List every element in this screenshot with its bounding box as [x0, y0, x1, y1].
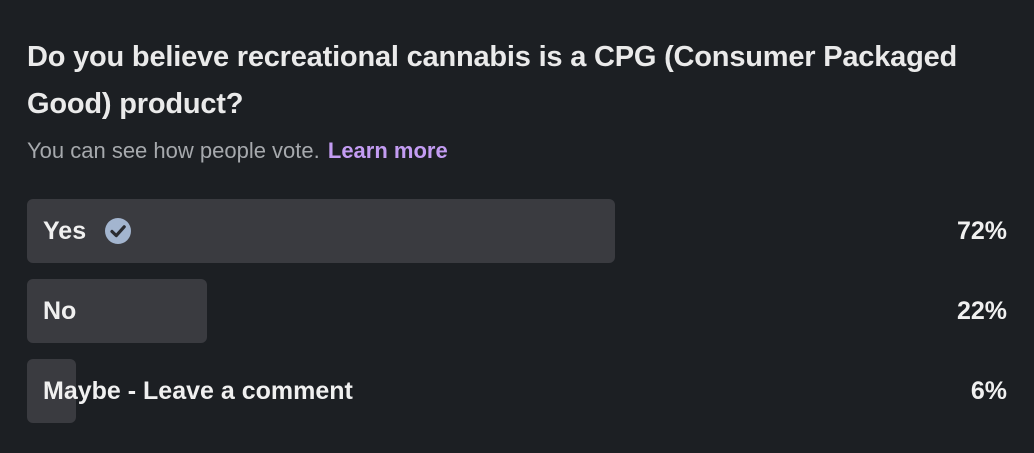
poll-option-yes[interactable]: Yes 72%	[27, 199, 1007, 263]
poll-card: Do you believe recreational cannabis is …	[0, 0, 1034, 453]
poll-visibility-note: You can see how people vote.	[27, 138, 320, 163]
check-circle-icon	[104, 217, 132, 245]
poll-subtitle: You can see how people vote. Learn more	[27, 137, 448, 165]
result-bar-track	[27, 199, 843, 263]
poll-option-no[interactable]: No 22%	[27, 279, 1007, 343]
option-percent: 22%	[956, 296, 1007, 325]
option-text: Maybe - Leave a comment	[43, 376, 353, 405]
poll-option-label: Yes	[43, 199, 132, 263]
learn-more-link[interactable]: Learn more	[328, 138, 448, 163]
poll-question: Do you believe recreational cannabis is …	[27, 41, 958, 120]
option-text: Yes	[43, 216, 87, 245]
poll-options: Yes 72% No 22% Maybe - Leave a comment 6…	[27, 199, 1007, 423]
poll-option-label: No	[43, 279, 76, 343]
option-percent: 6%	[970, 376, 1007, 405]
result-bar-track	[27, 279, 843, 343]
option-text: No	[43, 296, 77, 325]
option-percent: 72%	[956, 216, 1007, 245]
poll-option-label: Maybe - Leave a comment	[43, 359, 353, 423]
poll-option-maybe[interactable]: Maybe - Leave a comment 6%	[27, 359, 1007, 423]
